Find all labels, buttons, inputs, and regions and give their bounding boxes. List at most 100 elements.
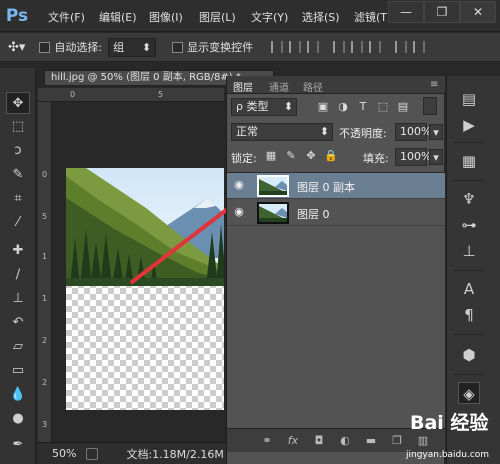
fill-input[interactable]: 100% bbox=[395, 148, 431, 166]
opacity-label: 不透明度: bbox=[339, 127, 387, 140]
filter-image-icon[interactable]: ▣ bbox=[315, 99, 331, 115]
menu-filter[interactable]: 滤镜(T) bbox=[354, 9, 391, 25]
clone-source-icon[interactable]: ⊥ bbox=[458, 240, 480, 262]
auto-select-label: 自动选择: bbox=[54, 41, 103, 54]
align-top-icon[interactable] bbox=[271, 41, 284, 53]
align-right-icon[interactable] bbox=[369, 41, 382, 53]
lasso-tool-icon[interactable]: ↄ bbox=[6, 140, 30, 162]
eraser-tool-icon[interactable]: ▱ bbox=[6, 336, 30, 358]
pen-tool-icon[interactable]: ✒ bbox=[6, 434, 30, 456]
align-center-icon[interactable] bbox=[351, 41, 364, 53]
tab-channels[interactable]: 通道 bbox=[269, 79, 289, 94]
tool-presets-icon[interactable]: ⊶ bbox=[458, 214, 480, 236]
tab-paths[interactable]: 路径 bbox=[303, 79, 323, 94]
filter-adjustment-icon[interactable]: ◑ bbox=[335, 99, 351, 115]
link-icon[interactable]: ⚭ bbox=[259, 433, 275, 449]
show-transform-label: 显示变换控件 bbox=[187, 41, 254, 54]
menu-layer[interactable]: 图层(L) bbox=[199, 9, 236, 25]
ruler-label: 2 bbox=[42, 336, 48, 345]
tools-panel: ✥ ⬚ ↄ ✎ ⌗ ⁄ ✚ ∕ ⊥ ↶ ▱ ▭ 💧 ● ✒ bbox=[0, 68, 36, 464]
brush-settings-icon[interactable]: ♆ bbox=[458, 188, 480, 210]
layers-panel-icon[interactable]: ◈ bbox=[458, 382, 480, 404]
brush-tool-icon[interactable]: ∕ bbox=[6, 264, 30, 286]
menu-file[interactable]: 文件(F) bbox=[48, 9, 85, 25]
distribute-middle-icon[interactable] bbox=[413, 41, 426, 53]
history-brush-tool-icon[interactable]: ↶ bbox=[6, 312, 30, 334]
ruler-vertical: 0 5 1 1 2 2 3 bbox=[38, 102, 52, 442]
chevron-down-icon: ⬍ bbox=[283, 100, 293, 113]
align-middle-icon[interactable] bbox=[289, 41, 302, 53]
gradient-tool-icon[interactable]: ▭ bbox=[6, 360, 30, 382]
auto-select-dropdown[interactable]: 组 ⬍ bbox=[108, 37, 157, 57]
quick-select-tool-icon[interactable]: ✎ bbox=[6, 164, 30, 186]
actions-play-icon[interactable]: ▶ bbox=[458, 114, 480, 136]
layers-list: ◉ 图层 0 副本 ◉ 图层 0 bbox=[227, 172, 445, 428]
ruler-label: 1 bbox=[42, 252, 48, 261]
opacity-input[interactable]: 100% bbox=[395, 123, 431, 141]
filter-smart-object-icon[interactable]: ▤ bbox=[395, 99, 411, 115]
move-tool-icon[interactable]: ✥ bbox=[6, 92, 30, 114]
healing-brush-tool-icon[interactable]: ✚ bbox=[6, 240, 30, 262]
show-transform-checkbox[interactable] bbox=[172, 41, 184, 53]
align-left-icon[interactable] bbox=[333, 41, 346, 53]
layer-name: 图层 0 副本 bbox=[297, 181, 355, 194]
filter-toggle-icon[interactable] bbox=[423, 97, 437, 115]
move-tool-icon[interactable]: ✣▾ bbox=[8, 40, 25, 55]
menu-type[interactable]: 文字(Y) bbox=[251, 9, 288, 25]
filter-shape-icon[interactable]: ⬚ bbox=[375, 99, 391, 115]
tab-layers[interactable]: 图层 bbox=[233, 79, 253, 94]
character-icon[interactable]: A bbox=[458, 278, 480, 300]
filter-label: ρ 类型 bbox=[236, 100, 269, 113]
mask-icon[interactable]: ◘ bbox=[311, 433, 327, 449]
fx-icon[interactable]: fx bbox=[285, 433, 301, 449]
options-bar: ✣▾ 自动选择: 组 ⬍ 显示变换控件 bbox=[0, 33, 500, 62]
watermark: Bai 经验 jingyan.baidu.com bbox=[398, 406, 500, 464]
visibility-eye-icon[interactable]: ◉ bbox=[232, 179, 246, 190]
layer-row-copy[interactable]: ◉ 图层 0 副本 bbox=[227, 173, 445, 199]
align-bottom-icon[interactable] bbox=[307, 41, 320, 53]
menu-edit[interactable]: 编辑(E) bbox=[99, 9, 137, 25]
layer-row-base[interactable]: ◉ 图层 0 bbox=[227, 200, 445, 226]
lock-all-icon[interactable]: 🔒 bbox=[323, 148, 339, 164]
restore-button[interactable]: ❐ bbox=[424, 1, 460, 23]
eyedropper-tool-icon[interactable]: ⁄ bbox=[6, 212, 30, 234]
app-logo: Ps bbox=[5, 6, 29, 26]
blend-mode-dropdown[interactable]: 正常 ⬍ bbox=[231, 123, 333, 141]
filter-type-icon[interactable]: T bbox=[355, 99, 371, 115]
blend-mode-value: 正常 bbox=[236, 125, 258, 138]
paragraph-icon[interactable]: ¶ bbox=[458, 304, 480, 326]
adjustment-icon[interactable]: ◐ bbox=[337, 433, 353, 449]
menu-image[interactable]: 图像(I) bbox=[149, 9, 183, 25]
lock-transparent-icon[interactable]: ▦ bbox=[263, 148, 279, 164]
minimize-button[interactable]: — bbox=[388, 1, 424, 23]
fill-label: 填充: bbox=[363, 152, 389, 165]
document-size: 文档:1.18M/2.16M bbox=[126, 447, 224, 461]
fill-dropdown-arrow[interactable]: ▾ bbox=[429, 149, 443, 165]
visibility-eye-icon[interactable]: ◉ bbox=[232, 206, 246, 217]
layer-name: 图层 0 bbox=[297, 208, 330, 221]
close-button[interactable]: ✕ bbox=[460, 1, 496, 23]
zoom-level[interactable]: 50% bbox=[52, 447, 76, 460]
crop-tool-icon[interactable]: ⌗ bbox=[6, 188, 30, 210]
layer-thumbnail bbox=[257, 175, 289, 197]
opacity-dropdown-arrow[interactable]: ▾ bbox=[429, 124, 443, 140]
status-info-icon[interactable] bbox=[86, 447, 99, 460]
3d-icon[interactable]: ⬢ bbox=[458, 344, 480, 366]
distribute-top-icon[interactable] bbox=[395, 41, 408, 53]
clone-stamp-tool-icon[interactable]: ⊥ bbox=[6, 288, 30, 310]
lock-pixels-icon[interactable]: ✎ bbox=[283, 148, 299, 164]
ruler-label: 2 bbox=[42, 378, 48, 387]
blur-tool-icon[interactable]: 💧 bbox=[6, 384, 30, 406]
layer-filter-dropdown[interactable]: ρ 类型 ⬍ bbox=[231, 98, 297, 116]
folder-icon[interactable]: ▬ bbox=[363, 433, 379, 449]
watermark-logo: Bai 经验 bbox=[410, 412, 489, 434]
menu-select[interactable]: 选择(S) bbox=[302, 9, 340, 25]
ruler-label: 5 bbox=[42, 212, 48, 221]
info-icon[interactable]: ▦ bbox=[458, 150, 480, 172]
dodge-tool-icon[interactable]: ● bbox=[6, 408, 30, 430]
auto-select-checkbox[interactable] bbox=[39, 41, 51, 53]
panel-menu-icon[interactable]: ≡ bbox=[430, 79, 438, 90]
history-icon[interactable]: ▤ bbox=[458, 88, 480, 110]
marquee-tool-icon[interactable]: ⬚ bbox=[6, 116, 30, 138]
lock-position-icon[interactable]: ✥ bbox=[303, 148, 319, 164]
